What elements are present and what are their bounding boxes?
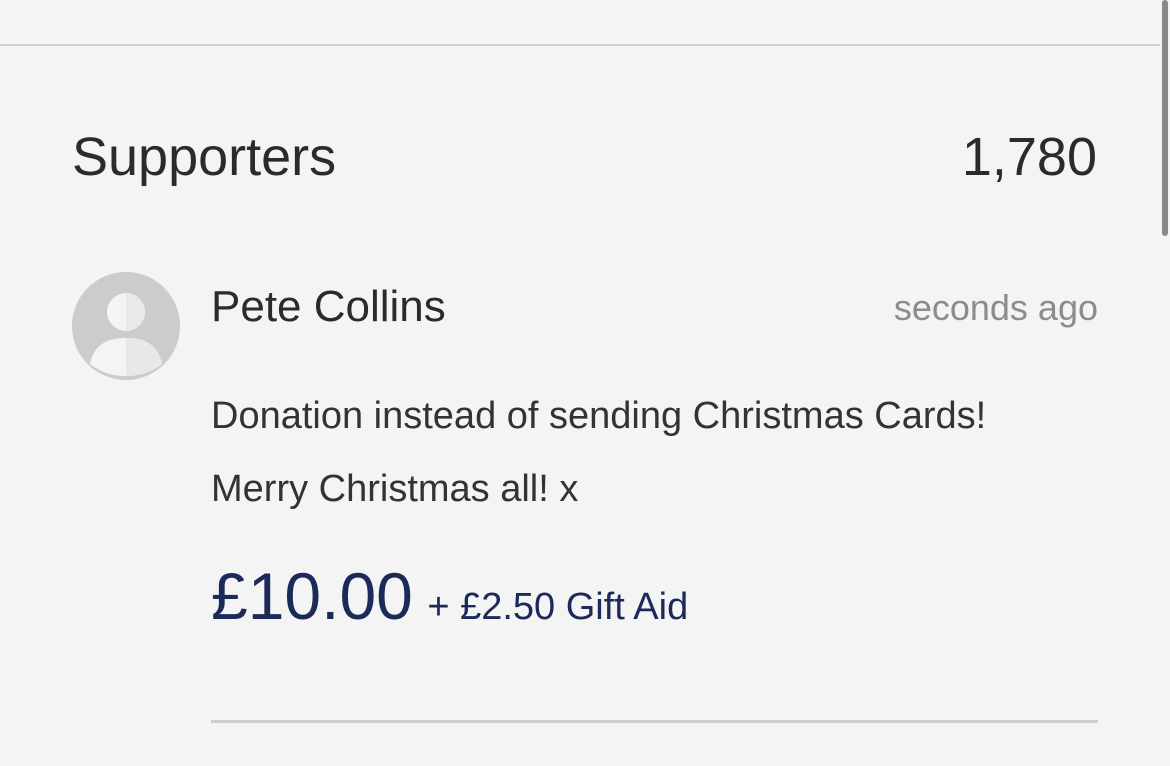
donation-amount: £10.00 xyxy=(211,559,413,633)
top-divider xyxy=(0,44,1160,46)
donation-message-line: Merry Christmas all! x xyxy=(211,468,579,510)
supporters-header: Supporters 1,780 xyxy=(72,122,1097,192)
donation-message: Donation instead of sending Christmas Ca… xyxy=(211,380,1091,526)
scrollbar[interactable] xyxy=(1156,0,1170,766)
scrollbar-thumb[interactable] xyxy=(1162,0,1168,236)
supporter-name: Pete Collins xyxy=(211,282,446,331)
donation-amount-row: £10.00 + £2.50 Gift Aid xyxy=(211,556,688,647)
supporters-count: 1,780 xyxy=(961,127,1097,187)
default-user-avatar-icon xyxy=(72,272,180,380)
donation-message-line: Donation instead of sending Christmas Ca… xyxy=(211,395,987,437)
supporters-title: Supporters xyxy=(72,127,337,187)
donation-timestamp: seconds ago xyxy=(893,287,1098,328)
supporter-item: Pete Collins seconds ago Donation instea… xyxy=(72,272,1098,724)
gift-aid-amount: + £2.50 Gift Aid xyxy=(427,586,689,628)
item-divider xyxy=(211,720,1098,723)
